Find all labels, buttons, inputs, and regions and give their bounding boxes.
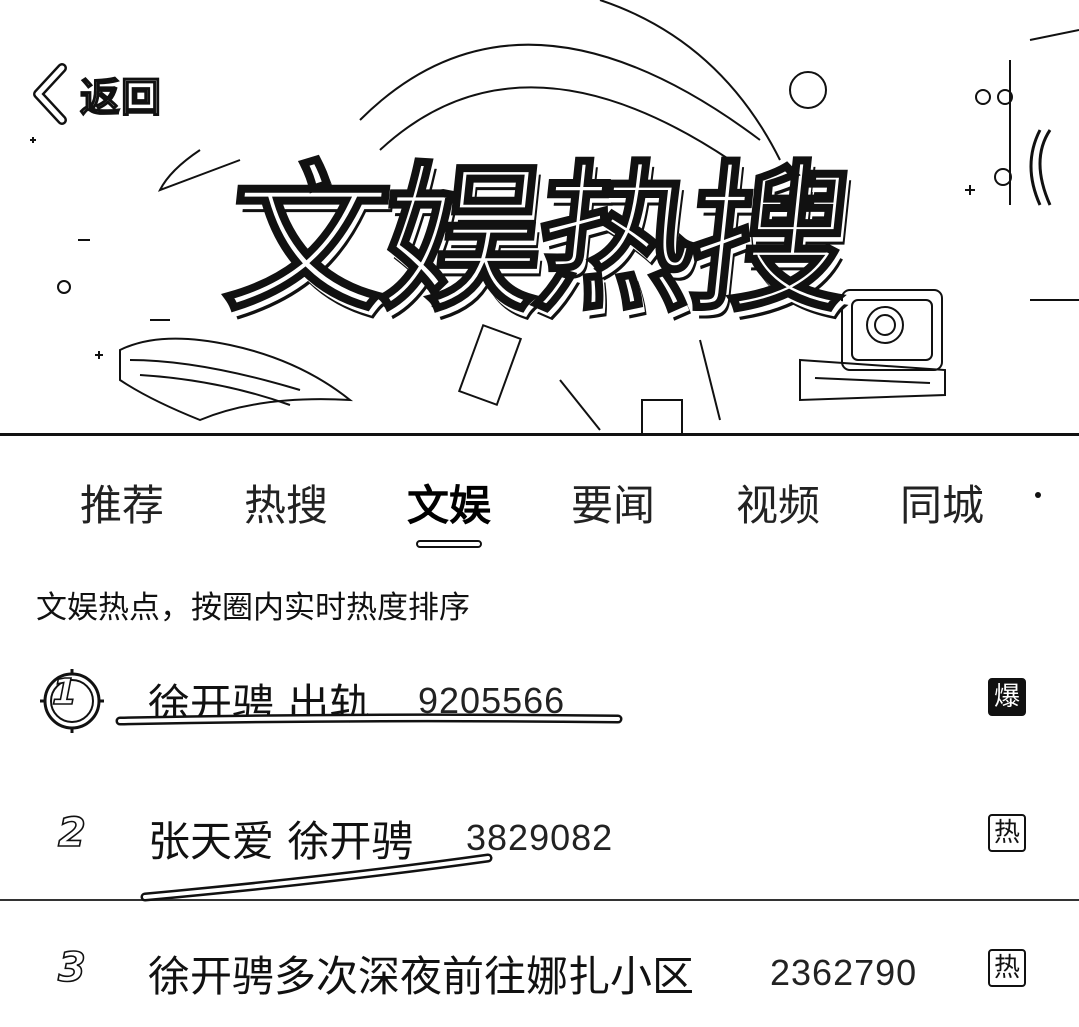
item-heat: 2362790: [770, 952, 918, 993]
back-button[interactable]: 返回: [28, 62, 162, 126]
banner-divider: [0, 433, 1079, 436]
channel-tabs: 推荐 热搜 文娱 要闻 视频 同城: [0, 460, 1079, 550]
rank-number: 1: [51, 671, 78, 714]
rank-number: 2: [57, 809, 86, 857]
tabs-more-dot: [1035, 492, 1041, 498]
item-title[interactable]: 张天爱 徐开骋: [148, 808, 413, 869]
tab-headlines[interactable]: 要闻: [571, 472, 655, 533]
tab-active-indicator: [416, 540, 482, 548]
back-label: 返回: [79, 74, 162, 122]
header-banner: 返回 文娱热搜: [0, 0, 1079, 436]
badge-bao: 爆: [988, 678, 1026, 716]
banner-title: 文娱热搜: [217, 145, 856, 335]
tab-local[interactable]: 同城: [900, 472, 984, 533]
chevron-left-icon: [33, 63, 67, 125]
tab-recommend[interactable]: 推荐: [80, 472, 164, 533]
item-heat: 9205566: [418, 680, 566, 721]
rank-number: 3: [57, 944, 86, 992]
item-title[interactable]: 徐开骋多次深夜前往娜扎小区: [148, 943, 694, 1004]
tab-entertainment[interactable]: 文娱: [407, 472, 491, 533]
badge-re: 热: [988, 949, 1026, 987]
tab-hot-search[interactable]: 热搜: [244, 472, 328, 533]
tab-video[interactable]: 视频: [736, 472, 820, 533]
badge-re: 热: [988, 814, 1026, 852]
item-heat: 3829082: [466, 817, 614, 858]
item-title[interactable]: 徐开骋 出轨: [148, 671, 371, 732]
section-subtitle: 文娱热点，按圈内实时热度排序: [36, 590, 470, 626]
row-divider: [0, 899, 1079, 901]
